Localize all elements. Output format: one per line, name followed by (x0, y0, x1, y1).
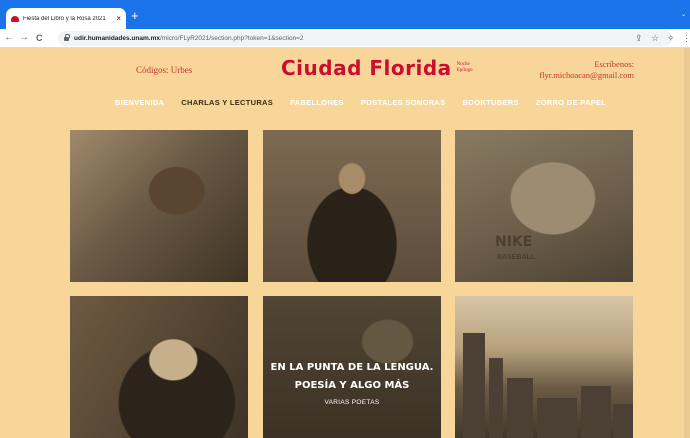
codigos-link[interactable]: Códigos: Urbes (136, 65, 192, 75)
featured-title-line-2: POESÍA Y ALGO MÁS (294, 379, 410, 391)
forward-button[interactable]: → (19, 31, 29, 45)
gallery-tile-elder-man[interactable]: NIKE BASEBALL (455, 130, 633, 282)
nav-item-booktubers[interactable]: BOOKTUBERS (462, 98, 518, 107)
building-shape (463, 333, 485, 438)
nav-item-charlas-y-lecturas[interactable]: CHARLAS Y LECTURAS (181, 98, 273, 107)
new-tab-button[interactable]: + (131, 9, 139, 23)
gallery-tile-featured-poetry[interactable]: EN LA PUNTA DE LA LENGUA. POESÍA Y ALGO … (263, 296, 441, 438)
building-shape (581, 386, 611, 438)
tab-close-icon[interactable]: × (116, 14, 121, 23)
site-logo[interactable]: Ciudad Florida Noche Epílogo (281, 56, 473, 80)
contact-block: Escríbenos: flyr.michoacan@gmail.com (539, 59, 634, 81)
building-shape (613, 404, 633, 438)
back-button[interactable]: ← (4, 31, 14, 45)
brand-subtitle: Noche Epílogo (456, 62, 473, 73)
nav-item-postales-sonoras[interactable]: POSTALES SONORAS (361, 98, 446, 107)
building-shape (537, 398, 577, 438)
nav-item-bienvenida[interactable]: BIENVENIDA (115, 98, 164, 107)
extension-icon[interactable]: ✧ (667, 32, 675, 44)
address-bar[interactable]: udir.humanidades.unam.mx/micro/FLyR2021/… (58, 31, 672, 46)
star-icon[interactable]: ☆ (651, 32, 659, 44)
nav-item-pabellones[interactable]: PABELLONES (290, 98, 344, 107)
main-nav: BIENVENIDA CHARLAS Y LECTURAS PABELLONES… (115, 98, 606, 107)
favicon-icon (11, 15, 19, 22)
lock-icon[interactable] (64, 33, 70, 42)
gallery-tile-cityscape[interactable] (455, 296, 633, 438)
reload-button[interactable]: C (36, 31, 43, 45)
tab-search-icon[interactable]: ⌄ (681, 11, 686, 18)
browser-tab-bar: Fiesta del Libro y la Rosa 2021 × + ⌄ (0, 0, 690, 29)
contact-email[interactable]: flyr.michoacan@gmail.com (539, 70, 634, 81)
contact-label: Escríbenos: (594, 59, 634, 69)
gallery-tile-man-suit[interactable] (263, 130, 441, 282)
browser-toolbar: ← → C udir.humanidades.unam.mx/micro/FLy… (0, 29, 690, 48)
brand-title: Ciudad Florida (281, 56, 452, 80)
page-scrollbar[interactable] (684, 48, 690, 438)
menu-icon[interactable]: ⋮ (682, 32, 690, 44)
gallery-tile-woman-flowers[interactable] (70, 296, 248, 438)
page-content: Códigos: Urbes Ciudad Florida Noche Epílo… (0, 48, 690, 438)
building-shape (507, 378, 533, 438)
gallery-tile-woman-glasses[interactable] (70, 130, 248, 282)
nav-item-zorro-de-papel[interactable]: ZORRO DE PAPEL (536, 98, 606, 107)
building-shape (489, 358, 503, 438)
shirt-print-text-2: BASEBALL (497, 254, 536, 261)
featured-subtitle: VARIAS POETAS (324, 398, 380, 406)
browser-tab[interactable]: Fiesta del Libro y la Rosa 2021 × (6, 8, 126, 29)
featured-overlay: EN LA PUNTA DE LA LENGUA. POESÍA Y ALGO … (263, 296, 441, 438)
tab-title: Fiesta del Libro y la Rosa 2021 (23, 15, 106, 22)
shirt-print-text: NIKE (495, 234, 533, 250)
url-text: udir.humanidades.unam.mx/micro/FLyR2021/… (74, 35, 304, 42)
featured-title-line-1: EN LA PUNTA DE LA LENGUA. (270, 361, 434, 373)
share-icon[interactable]: ⇪ (635, 32, 643, 44)
